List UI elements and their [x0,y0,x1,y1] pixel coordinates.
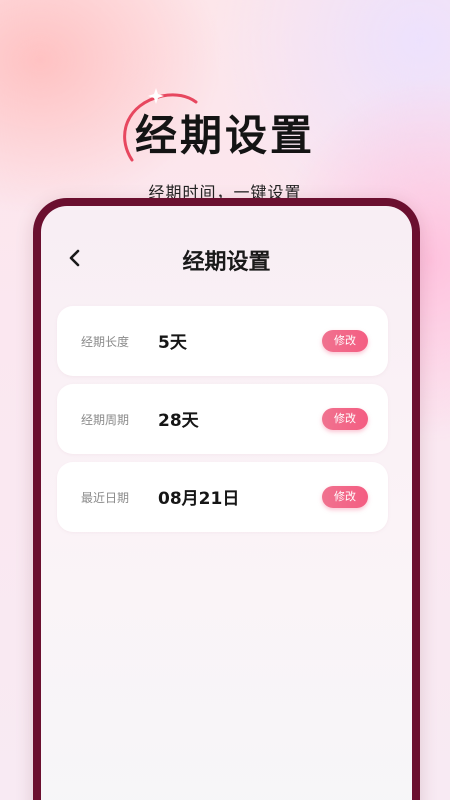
setting-value: 28天 [158,411,199,431]
setting-value: 5天 [158,333,187,353]
edit-last-date-button[interactable]: 修改 [322,486,368,508]
hero-banner: 经期设置 经期时间，一键设置 [0,40,450,202]
setting-label: 经期周期 [81,413,130,427]
edit-period-length-button[interactable]: 修改 [322,330,368,352]
setting-label: 经期长度 [81,335,130,349]
phone-frame: 经期设置 经期长度 5天 修改 经期周期 28天 修改 最近日期 08月21日 … [33,198,420,800]
nav-bar: 经期设置 [41,240,412,280]
settings-list: 经期长度 5天 修改 经期周期 28天 修改 最近日期 08月21日 修改 [57,306,388,540]
setting-value: 08月21日 [158,489,240,509]
edit-cycle-length-button[interactable]: 修改 [322,408,368,430]
setting-label: 最近日期 [81,491,130,505]
setting-card-cycle-length: 经期周期 28天 修改 [57,384,388,454]
hero-title: 经期设置 [134,111,315,160]
setting-card-last-date: 最近日期 08月21日 修改 [57,462,388,532]
page-title: 经期设置 [182,250,271,275]
setting-card-period-length: 经期长度 5天 修改 [57,306,388,376]
